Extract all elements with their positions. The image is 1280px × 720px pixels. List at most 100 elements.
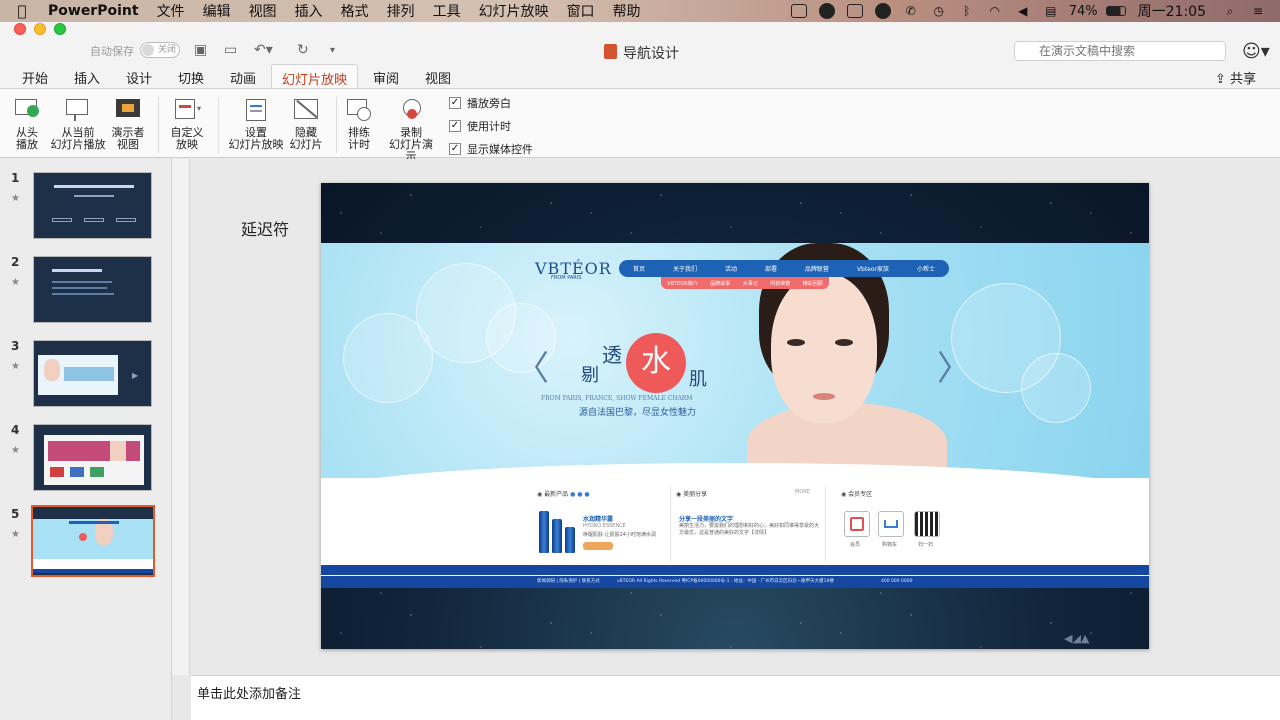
slide-canvas[interactable]: VBTÉOR FROM PARIS 首页 关于我们 活动 部署 品牌联营 Vbt… xyxy=(321,183,1149,649)
play-from-current-button[interactable]: 从当前 幻灯片播放 xyxy=(50,97,106,151)
play-from-start-icon xyxy=(13,97,41,123)
site-logo-sub: FROM PARIS xyxy=(551,275,582,281)
minimize-window-button[interactable] xyxy=(34,23,46,35)
website-screenshot-image[interactable]: VBTÉOR FROM PARIS 首页 关于我们 活动 部署 品牌联营 Vbt… xyxy=(321,243,1149,588)
flag-icon[interactable]: ▤ xyxy=(1041,4,1061,18)
presenter-view-button[interactable]: 演示者 视图 xyxy=(110,97,146,151)
menu-file[interactable]: 文件 xyxy=(148,1,194,21)
footer-phone: 400 000 0000 xyxy=(881,579,913,584)
record-slideshow-button[interactable]: 录制 幻灯片演示 xyxy=(384,97,438,163)
share-icon: ⇪ xyxy=(1214,72,1230,87)
tab-home[interactable]: 开始 xyxy=(22,68,48,87)
delay-text[interactable]: 延迟符 xyxy=(241,216,289,240)
menu-window[interactable]: 窗口 xyxy=(558,1,604,21)
autosave-toggle[interactable]: 关闭 xyxy=(140,42,180,58)
custom-show-button[interactable]: ▾ 自定义 放映 xyxy=(168,97,206,151)
zoom-window-button[interactable] xyxy=(54,23,66,35)
edit-status-icon[interactable] xyxy=(845,4,865,18)
share-label: 共享 xyxy=(1229,72,1256,87)
tab-transitions[interactable]: 切换 xyxy=(178,68,204,87)
play-narrations-label: 播放旁白 xyxy=(467,97,511,110)
use-timings-checkbox[interactable]: ✓ 使用计时 xyxy=(449,118,511,134)
hero-char: 透 xyxy=(602,343,622,367)
site-subnav-item: 精彩回顾 xyxy=(802,280,823,287)
bluetooth-icon[interactable]: ᛒ xyxy=(957,4,977,18)
notification-center-icon[interactable]: ≡ xyxy=(1248,4,1268,18)
slide-thumbnail-4[interactable] xyxy=(33,424,152,491)
menu-view[interactable]: 视图 xyxy=(240,1,286,21)
menu-app-name[interactable]: PowerPoint xyxy=(44,3,148,19)
slide-number: 5 xyxy=(11,507,20,521)
site-nav-bar: 首页 关于我们 活动 部署 品牌联营 Vbteor家族 小帮士 xyxy=(619,260,949,277)
slide-thumbnail-5[interactable] xyxy=(31,505,155,577)
play-from-start-button[interactable]: 从头 播放 xyxy=(12,97,42,151)
more-link: MORE xyxy=(795,489,810,495)
hero-next-arrow-icon: 〉 xyxy=(937,349,971,389)
play-from-current-icon xyxy=(64,97,92,123)
slide-thumbnail-2[interactable] xyxy=(33,256,152,323)
tab-animations[interactable]: 动画 xyxy=(230,68,256,87)
menu-insert[interactable]: 插入 xyxy=(286,1,332,21)
product-bottle-image xyxy=(539,511,549,553)
sidebar-toggle-icon[interactable]: ▣ xyxy=(194,42,207,58)
play-narrations-checkbox[interactable]: ✓ 播放旁白 xyxy=(449,95,511,111)
redo-icon[interactable]: ↻ xyxy=(297,42,309,58)
column-divider xyxy=(825,487,826,562)
slide-thumbnail-3[interactable]: ▶ xyxy=(33,340,152,407)
time-machine-icon[interactable]: ◷ xyxy=(929,4,949,18)
setup-slideshow-button[interactable]: 设置 幻灯片放映 xyxy=(228,97,284,151)
hide-slide-button[interactable]: 隐藏 幻灯片 xyxy=(288,97,324,151)
menu-help[interactable]: 帮助 xyxy=(604,1,650,21)
animation-star-icon: ★ xyxy=(11,277,20,288)
menu-tools[interactable]: 工具 xyxy=(424,1,470,21)
save-icon[interactable]: ▭ xyxy=(224,42,237,58)
menu-edit[interactable]: 编辑 xyxy=(194,1,240,21)
checkmark-icon: ✓ xyxy=(449,97,461,109)
wifi-icon[interactable]: ◠ xyxy=(985,4,1005,18)
hero-english-tagline: FROM PARIS, FRANCE, SHOW FEMALE CHARM xyxy=(541,395,693,402)
menu-slideshow[interactable]: 幻灯片放映 xyxy=(470,1,558,21)
phone-icon[interactable]: ✆ xyxy=(901,4,921,18)
camera-icon[interactable] xyxy=(789,4,809,18)
cloud-status-icon[interactable] xyxy=(873,3,893,19)
rehearse-timings-label2: 计时 xyxy=(348,138,370,151)
ribbon-separator xyxy=(158,97,159,153)
share-button[interactable]: ⇪ 共享 xyxy=(1215,68,1256,87)
close-window-button[interactable] xyxy=(14,23,26,35)
show-media-controls-label: 显示媒体控件 xyxy=(467,143,533,156)
tab-view[interactable]: 视图 xyxy=(425,68,451,87)
tab-design[interactable]: 设计 xyxy=(126,68,152,87)
tab-insert[interactable]: 插入 xyxy=(74,68,100,87)
pane-splitter[interactable] xyxy=(172,159,190,675)
search-input[interactable] xyxy=(1014,41,1226,61)
battery-percent: 74% xyxy=(1068,3,1098,19)
site-nav-item: Vbteor家族 xyxy=(856,266,890,273)
apple-icon[interactable]:  xyxy=(0,2,44,20)
cart-label: 购物车 xyxy=(882,542,898,548)
hero-char: 肌 xyxy=(689,369,707,390)
battery-icon[interactable] xyxy=(1105,4,1126,18)
notes-placeholder[interactable]: 单击此处添加备注 xyxy=(197,683,301,702)
tab-review[interactable]: 审阅 xyxy=(373,68,399,87)
rehearse-timings-icon xyxy=(345,97,373,123)
customize-toolbar-icon[interactable]: ▾ xyxy=(330,45,335,56)
spotlight-icon[interactable]: ⌕ xyxy=(1220,4,1240,18)
slide-number: 3 xyxy=(11,339,20,353)
hero-water-badge: 水 xyxy=(626,333,686,393)
menu-format[interactable]: 格式 xyxy=(332,1,378,21)
notes-pane[interactable] xyxy=(191,675,1280,720)
slide-thumbnail-1[interactable] xyxy=(33,172,152,239)
undo-icon[interactable]: ↶▾ xyxy=(254,42,273,58)
footer-links: 新闻调研 | 隐私保护 | 联系方式 xyxy=(537,579,600,584)
volume-icon[interactable]: ◀ xyxy=(1013,4,1033,18)
rehearse-timings-button[interactable]: 排练 计时 xyxy=(344,97,374,151)
menubar-clock[interactable]: 周一21:05 xyxy=(1138,1,1206,21)
member-label: 会员 xyxy=(850,542,861,548)
menu-arrange[interactable]: 排列 xyxy=(378,1,424,21)
feedback-smiley-icon[interactable]: ☺▾ xyxy=(1242,41,1270,62)
tab-slideshow[interactable]: 幻灯片放映 xyxy=(271,64,359,89)
slide-nav-controls-icon[interactable]: ◀◢▲ xyxy=(1064,632,1089,645)
app-status-icon[interactable] xyxy=(817,3,837,19)
ribbon-separator xyxy=(218,97,219,153)
show-media-controls-checkbox[interactable]: ✓ 显示媒体控件 xyxy=(449,141,533,157)
